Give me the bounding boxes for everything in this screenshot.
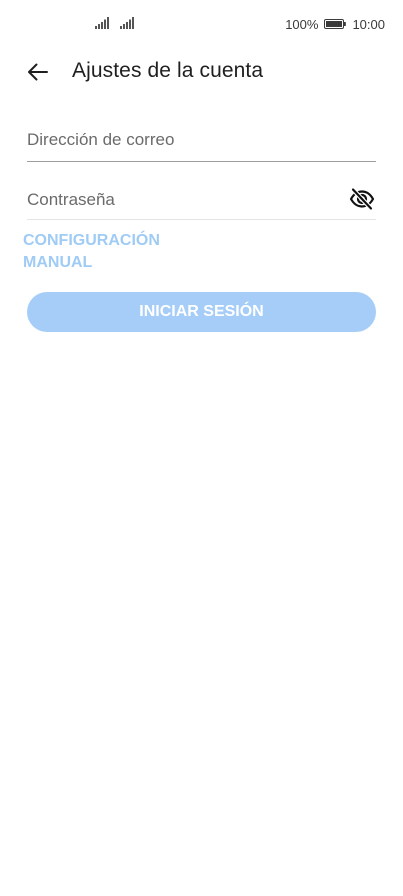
manual-config-link[interactable]: CONFIGURACIÓN MANUAL [23, 230, 203, 274]
password-field-container [27, 180, 376, 220]
password-visibility-toggle[interactable] [348, 186, 376, 212]
back-button[interactable] [22, 56, 54, 88]
signal-icon [95, 17, 109, 29]
manual-config-line1: CONFIGURACIÓN [23, 232, 160, 249]
app-header: Ajustes de la cuenta [0, 50, 403, 94]
manual-config-line2: MANUAL [23, 254, 93, 271]
clock: 10:00 [352, 16, 385, 32]
signal-icon [120, 17, 134, 29]
eye-off-icon [349, 187, 375, 211]
battery-percent: 100% [285, 16, 319, 32]
status-right: 100% 10:00 [285, 16, 385, 32]
battery-icon [324, 19, 347, 29]
email-field-container [27, 120, 376, 162]
page-title: Ajustes de la cuenta [72, 59, 264, 82]
status-bar: 100% 10:00 [0, 0, 403, 48]
back-arrow-icon [28, 63, 48, 81]
email-field[interactable] [27, 126, 327, 154]
password-field[interactable] [27, 186, 327, 214]
signin-button[interactable]: INICIAR SESIÓN [27, 292, 376, 332]
